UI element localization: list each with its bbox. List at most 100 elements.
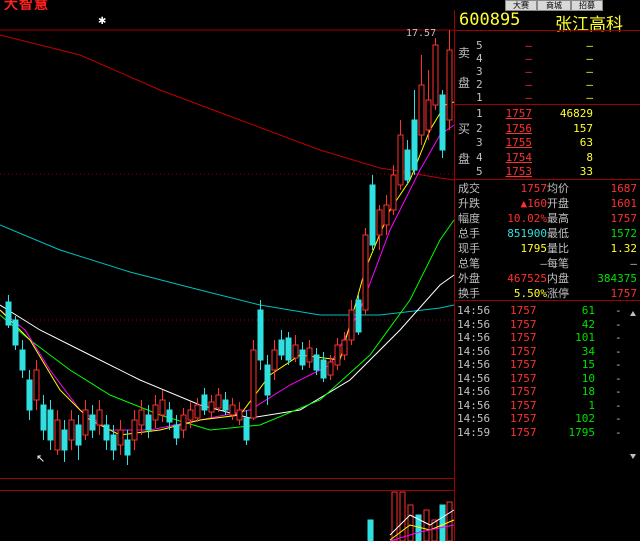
stat-value: 1687: [610, 182, 638, 195]
tick-row: 14:56 1757 10 -: [455, 372, 640, 386]
candle-body: [264, 364, 271, 396]
tick-time: 14:56: [457, 385, 491, 398]
stat-label: 均价: [547, 182, 569, 195]
order-level: 2: [476, 78, 483, 91]
order-price: —: [525, 78, 532, 91]
order-level: 4: [476, 52, 483, 65]
tick-direction: -: [615, 412, 622, 425]
candle-body: [131, 419, 138, 441]
stat-label: 现手: [458, 242, 480, 255]
tick-row: 14:56 1757 15 -: [455, 358, 640, 372]
tick-price: 1757: [510, 425, 537, 439]
stat-label: 换手: [458, 287, 480, 300]
candle-body: [33, 369, 40, 401]
volume-bar: [367, 519, 374, 541]
candle-body: [411, 119, 418, 171]
candle-body: [369, 184, 376, 246]
candle-body: [341, 339, 348, 356]
scrollbar[interactable]: [628, 310, 638, 460]
volume-bar: [391, 491, 398, 541]
candle-body: [40, 404, 47, 431]
candle-body: [271, 349, 278, 371]
candle-body: [173, 424, 180, 439]
divider: [455, 30, 640, 31]
sell-order-row[interactable]: 4 — —: [455, 52, 640, 66]
tick-time: 14:56: [457, 358, 491, 371]
candle-body: [439, 94, 446, 151]
tick-direction: -: [615, 317, 622, 331]
buy-order-row[interactable]: 5 1753 33: [455, 165, 640, 179]
scroll-down-icon[interactable]: [630, 454, 636, 459]
candle-body: [54, 419, 61, 451]
order-volume: 63: [579, 136, 593, 149]
candle-body: [19, 349, 26, 371]
candle-body: [180, 414, 187, 431]
candle-body: [222, 399, 229, 411]
order-volume: —: [586, 39, 593, 52]
buy-order-row[interactable]: 4 1754 8: [455, 151, 640, 165]
candle-body: [47, 409, 54, 441]
tick-direction: -: [615, 425, 622, 439]
order-level: 3: [476, 65, 483, 78]
stat-label: 最高: [547, 212, 569, 225]
tick-row: 14:56 1757 1 -: [455, 399, 640, 413]
tick-volume: 15: [581, 358, 595, 371]
candle-body: [61, 429, 68, 451]
volume-bar: [439, 504, 446, 541]
tick-volume: 102: [575, 412, 595, 425]
candle-body: [397, 134, 404, 186]
tick-volume: 18: [581, 385, 595, 398]
order-price: 1755: [505, 136, 533, 149]
candle-body: [82, 409, 89, 436]
buy-order-row[interactable]: 1 1757 46829: [455, 107, 640, 121]
tick-direction: -: [615, 398, 622, 412]
candle-body: [299, 349, 306, 366]
order-level: 2: [476, 121, 483, 135]
stat-value: 1757: [520, 182, 548, 195]
order-volume: 8: [586, 150, 593, 164]
order-level: 1: [476, 91, 483, 104]
candle-body: [390, 174, 397, 211]
stat-label: 每笔: [547, 257, 569, 270]
candle-body: [26, 379, 33, 411]
stat-value: 5.50%: [513, 287, 547, 300]
order-volume: —: [586, 65, 593, 78]
volume-bar: [399, 491, 406, 541]
buy-order-row[interactable]: 3 1755 63: [455, 136, 640, 150]
buy-order-row[interactable]: 2 1756 157: [455, 122, 640, 136]
high-price-label: 17.57: [406, 28, 436, 39]
candle-body: [145, 414, 152, 431]
stat-value: 384375: [597, 272, 637, 285]
tick-time: 14:56: [457, 344, 491, 358]
stat-value: 10.02%: [507, 212, 547, 225]
order-level: 3: [476, 136, 483, 149]
sell-order-row[interactable]: 1 — —: [455, 91, 640, 105]
candle-body: [166, 409, 173, 423]
tick-direction: -: [615, 331, 622, 344]
order-price: —: [525, 91, 532, 104]
sell-order-row[interactable]: 3 — —: [455, 65, 640, 79]
tick-row: 14:56 1757 102 -: [455, 412, 640, 426]
order-volume: —: [586, 91, 593, 104]
tick-direction: -: [615, 358, 622, 371]
order-price: —: [525, 65, 532, 78]
sell-order-row[interactable]: 2 — —: [455, 78, 640, 92]
tick-volume: 10: [581, 371, 595, 385]
stat-value: 1757: [610, 212, 638, 225]
stat-value: 851900: [507, 227, 547, 240]
scroll-up-icon[interactable]: [630, 311, 636, 316]
candle-body: [306, 347, 313, 363]
order-price: 1757: [505, 107, 533, 120]
tick-direction: -: [615, 344, 622, 358]
stat-value: 1757: [610, 287, 638, 300]
candle-body: [229, 404, 236, 416]
candle-body: [187, 409, 194, 421]
tick-volume: 61: [581, 304, 595, 317]
candle-body: [138, 409, 145, 426]
candle-body: [152, 404, 159, 421]
tick-price: 1757: [510, 358, 537, 371]
tick-price: 1757: [510, 398, 537, 412]
stat-value: ▲160: [520, 197, 548, 210]
sell-order-row[interactable]: 5 — —: [455, 39, 640, 53]
kline-chart[interactable]: ✱ 17.57 ↖: [0, 10, 455, 541]
